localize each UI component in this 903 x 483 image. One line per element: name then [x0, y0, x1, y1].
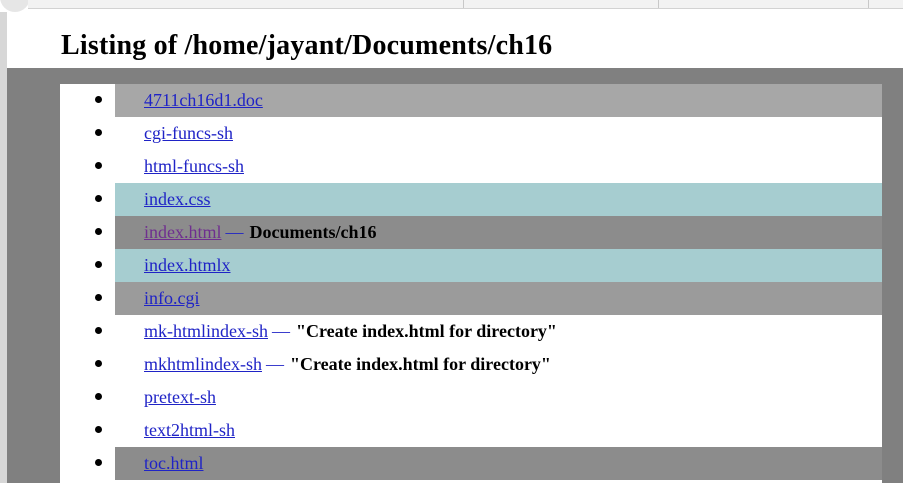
- bullet-icon: [95, 261, 102, 268]
- file-list: 4711ch16d1.doc cgi-funcs-sh html-funcs-sh i…: [60, 84, 882, 480]
- bullet-icon: [95, 294, 102, 301]
- tab-curve: [0, 0, 30, 12]
- row-highlight: [115, 447, 882, 480]
- left-window-strip: [0, 0, 7, 483]
- browser-top-chrome: [0, 0, 903, 12]
- tab-separator: [463, 0, 464, 8]
- tab-separator: [868, 0, 869, 8]
- list-item: text2html-sh: [60, 414, 882, 447]
- list-item-entry: info.cgi: [144, 287, 200, 309]
- list-item-entry: index.html — Documents/ch16: [144, 221, 377, 243]
- bullet-icon: [95, 459, 102, 466]
- bullet-icon: [95, 426, 102, 433]
- tab-strip: [28, 0, 903, 9]
- link-separator: —: [266, 354, 284, 374]
- link-separator: —: [225, 222, 244, 242]
- list-item: mkhtmlindex-sh — "Create index.html for di…: [60, 348, 882, 381]
- file-description: Documents/ch16: [249, 222, 377, 242]
- bullet-icon: [95, 195, 102, 202]
- file-link[interactable]: index.css: [144, 189, 211, 209]
- file-link[interactable]: info.cgi: [144, 288, 200, 308]
- file-link[interactable]: html-funcs-sh: [144, 156, 244, 176]
- bullet-icon: [95, 393, 102, 400]
- list-item: index.html — Documents/ch16: [60, 216, 882, 249]
- list-item-entry: html-funcs-sh: [144, 155, 244, 177]
- link-separator: —: [272, 321, 290, 341]
- list-item-entry: mkhtmlindex-sh — "Create index.html for di…: [144, 353, 551, 375]
- bullet-icon: [95, 360, 102, 367]
- bullet-icon: [95, 129, 102, 136]
- file-link[interactable]: pretext-sh: [144, 387, 216, 407]
- directory-listing: 4711ch16d1.doc cgi-funcs-sh html-funcs-sh i…: [60, 84, 882, 483]
- file-link[interactable]: mk-htmlindex-sh: [144, 321, 268, 341]
- list-item-entry: cgi-funcs-sh: [144, 122, 233, 144]
- file-link[interactable]: mkhtmlindex-sh: [144, 354, 262, 374]
- list-item-entry: index.htmlx: [144, 254, 231, 276]
- list-item: pretext-sh: [60, 381, 882, 414]
- list-item-entry: pretext-sh: [144, 386, 216, 408]
- list-item: index.htmlx: [60, 249, 882, 282]
- list-item-entry: mk-htmlindex-sh — "Create index.html for d…: [144, 320, 557, 342]
- bullet-icon: [95, 228, 102, 235]
- list-item: 4711ch16d1.doc: [60, 84, 882, 117]
- list-item: html-funcs-sh: [60, 150, 882, 183]
- list-item-entry: 4711ch16d1.doc: [144, 89, 263, 111]
- file-link[interactable]: cgi-funcs-sh: [144, 123, 233, 143]
- file-link[interactable]: 4711ch16d1.doc: [144, 90, 263, 110]
- list-item: toc.html: [60, 447, 882, 480]
- row-highlight: [115, 282, 882, 315]
- list-item: cgi-funcs-sh: [60, 117, 882, 150]
- page-title: Listing of /home/jayant/Documents/ch16: [61, 30, 553, 61]
- file-link[interactable]: index.htmlx: [144, 255, 231, 275]
- row-highlight: [115, 183, 882, 216]
- file-link[interactable]: index.html: [144, 222, 222, 242]
- list-item: index.css: [60, 183, 882, 216]
- row-highlight: [115, 381, 882, 414]
- file-link[interactable]: text2html-sh: [144, 420, 235, 440]
- bullet-icon: [95, 327, 102, 334]
- file-link[interactable]: toc.html: [144, 453, 204, 473]
- list-item-entry: toc.html: [144, 452, 204, 474]
- list-item: mk-htmlindex-sh — "Create index.html for d…: [60, 315, 882, 348]
- bullet-icon: [95, 162, 102, 169]
- tab-separator: [658, 0, 659, 8]
- bullet-icon: [95, 96, 102, 103]
- list-item-entry: text2html-sh: [144, 419, 235, 441]
- file-description: "Create index.html for directory": [290, 354, 551, 374]
- page-header: Listing of /home/jayant/Documents/ch16: [17, 12, 903, 69]
- list-item-entry: index.css: [144, 188, 211, 210]
- file-description: "Create index.html for directory": [296, 321, 557, 341]
- list-item: info.cgi: [60, 282, 882, 315]
